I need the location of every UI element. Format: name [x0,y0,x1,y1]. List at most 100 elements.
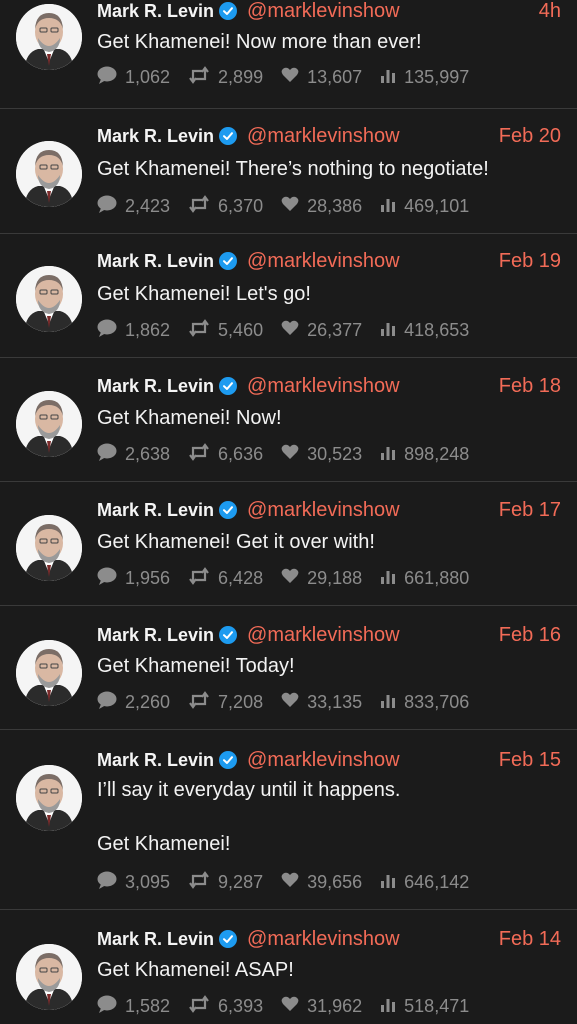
retweet-button[interactable]: 7,208 [188,690,263,714]
reply-button[interactable]: 1,862 [97,319,170,342]
tweet[interactable]: Mark R. Levin @marklevinshow Feb 19 Get … [0,234,577,358]
reply-icon [97,443,125,466]
tweet[interactable]: Mark R. Levin @marklevinshow Feb 16 Get … [0,606,577,730]
author-name[interactable]: Mark R. Levin [97,1,214,22]
tweet[interactable]: Mark R. Levin @marklevinshow Feb 20 Get … [0,109,577,234]
retweet-button[interactable]: 6,393 [188,994,263,1018]
author-name[interactable]: Mark R. Levin [97,376,214,397]
tweet-timestamp[interactable]: Feb 18 [499,375,561,398]
author-handle[interactable]: @marklevinshow [247,250,400,273]
heart-icon [281,692,307,713]
retweet-button[interactable]: 6,370 [188,194,263,218]
views-button[interactable]: 135,997 [380,67,469,88]
author-handle[interactable]: @marklevinshow [247,125,400,148]
reply-button[interactable]: 3,095 [97,871,170,894]
views-button[interactable]: 661,880 [380,568,469,589]
like-button[interactable]: 29,188 [281,568,362,589]
retweet-button[interactable]: 6,428 [188,566,264,590]
tweet-text: Get Khamenei! Now more than ever! [97,31,422,53]
tweet-text: Get Khamenei! Let's go! [97,283,311,305]
tweet[interactable]: Mark R. Levin @marklevinshow Feb 18 Get … [0,358,577,482]
view-count: 418,653 [404,319,470,340]
tweet[interactable]: Mark R. Levin @marklevinshow Feb 17 Get … [0,482,577,606]
like-button[interactable]: 26,377 [281,320,362,341]
reply-icon [97,871,125,894]
views-button[interactable]: 418,653 [380,320,469,341]
author-name[interactable]: Mark R. Levin [97,929,214,950]
reply-button[interactable]: 2,638 [97,443,170,466]
tweet[interactable]: Mark R. Levin @marklevinshow 4h Get Kham… [0,0,577,109]
retweet-button[interactable]: 9,287 [188,870,263,894]
author-handle[interactable]: @marklevinshow [247,499,400,522]
retweet-count: 5,460 [218,319,264,340]
views-button[interactable]: 833,706 [380,692,469,713]
views-button[interactable]: 469,101 [380,196,469,217]
avatar[interactable] [16,640,82,706]
view-count: 646,142 [404,871,470,892]
reply-button[interactable]: 1,582 [97,995,170,1018]
like-button[interactable]: 39,656 [281,872,362,893]
tweet-timestamp[interactable]: Feb 20 [499,125,561,148]
avatar[interactable] [16,266,82,332]
retweet-count: 6,636 [218,443,264,464]
reply-icon [97,66,125,89]
author-handle[interactable]: @marklevinshow [247,0,400,23]
author-handle[interactable]: @marklevinshow [247,928,400,951]
author-name[interactable]: Mark R. Levin [97,126,214,147]
retweet-icon [188,690,218,714]
tweet-timestamp[interactable]: 4h [539,0,561,23]
avatar[interactable] [16,944,82,1010]
author-name[interactable]: Mark R. Levin [97,625,214,646]
retweet-icon [188,994,218,1018]
retweet-button[interactable]: 5,460 [188,318,264,342]
tweet-text: I’ll say it everyday until it happens. G… [97,779,401,855]
author-handle[interactable]: @marklevinshow [247,624,400,647]
views-button[interactable]: 898,248 [380,444,469,465]
author-name[interactable]: Mark R. Levin [97,251,214,272]
heart-icon [281,67,307,88]
reply-icon [97,319,125,342]
like-button[interactable]: 30,523 [281,444,362,465]
avatar[interactable] [16,391,82,457]
reply-button[interactable]: 1,062 [97,66,170,89]
retweet-button[interactable]: 6,636 [188,442,264,466]
reply-button[interactable]: 2,260 [97,691,170,714]
like-button[interactable]: 33,135 [281,692,362,713]
avatar[interactable] [16,4,82,70]
views-button[interactable]: 518,471 [380,996,469,1017]
author-name[interactable]: Mark R. Levin [97,750,214,771]
tweet-timestamp[interactable]: Feb 14 [499,928,561,951]
retweet-icon [188,566,218,590]
avatar[interactable] [16,515,82,581]
tweet[interactable]: Mark R. Levin @marklevinshow Feb 14 Get … [0,910,577,1024]
avatar[interactable] [16,765,82,831]
views-bar-icon [380,196,404,217]
tweet[interactable]: Mark R. Levin @marklevinshow Feb 15 I’ll… [0,730,577,910]
tweet-timestamp[interactable]: Feb 17 [499,499,561,522]
reply-button[interactable]: 2,423 [97,195,170,218]
heart-icon [281,568,307,589]
author-handle[interactable]: @marklevinshow [247,375,400,398]
verified-badge-icon [219,626,238,644]
like-button[interactable]: 31,962 [281,996,362,1017]
author-name[interactable]: Mark R. Levin [97,500,214,521]
like-button[interactable]: 28,386 [281,196,362,217]
author-handle[interactable]: @marklevinshow [247,749,400,772]
tweet-actions: 2,423 6,370 28,386 469,101 [97,194,487,218]
tweet-text: Get Khamenei! There’s nothing to negotia… [97,158,489,180]
avatar[interactable] [16,141,82,207]
tweet-timestamp[interactable]: Feb 19 [499,250,561,273]
like-button[interactable]: 13,607 [281,67,362,88]
retweet-count: 6,428 [218,567,264,588]
reply-count: 1,582 [125,995,171,1016]
reply-count: 1,956 [125,567,171,588]
reply-button[interactable]: 1,956 [97,567,170,590]
tweet-timestamp[interactable]: Feb 16 [499,624,561,647]
like-count: 29,188 [307,567,363,588]
tweet-timestamp[interactable]: Feb 15 [499,749,561,772]
tweet-actions: 1,956 6,428 29,188 661,880 [97,566,487,590]
tweet-text: Get Khamenei! Now! [97,407,282,429]
tweet-header: Mark R. Levin @marklevinshow 4h [97,0,561,24]
views-button[interactable]: 646,142 [380,872,469,893]
retweet-button[interactable]: 2,899 [188,65,263,89]
